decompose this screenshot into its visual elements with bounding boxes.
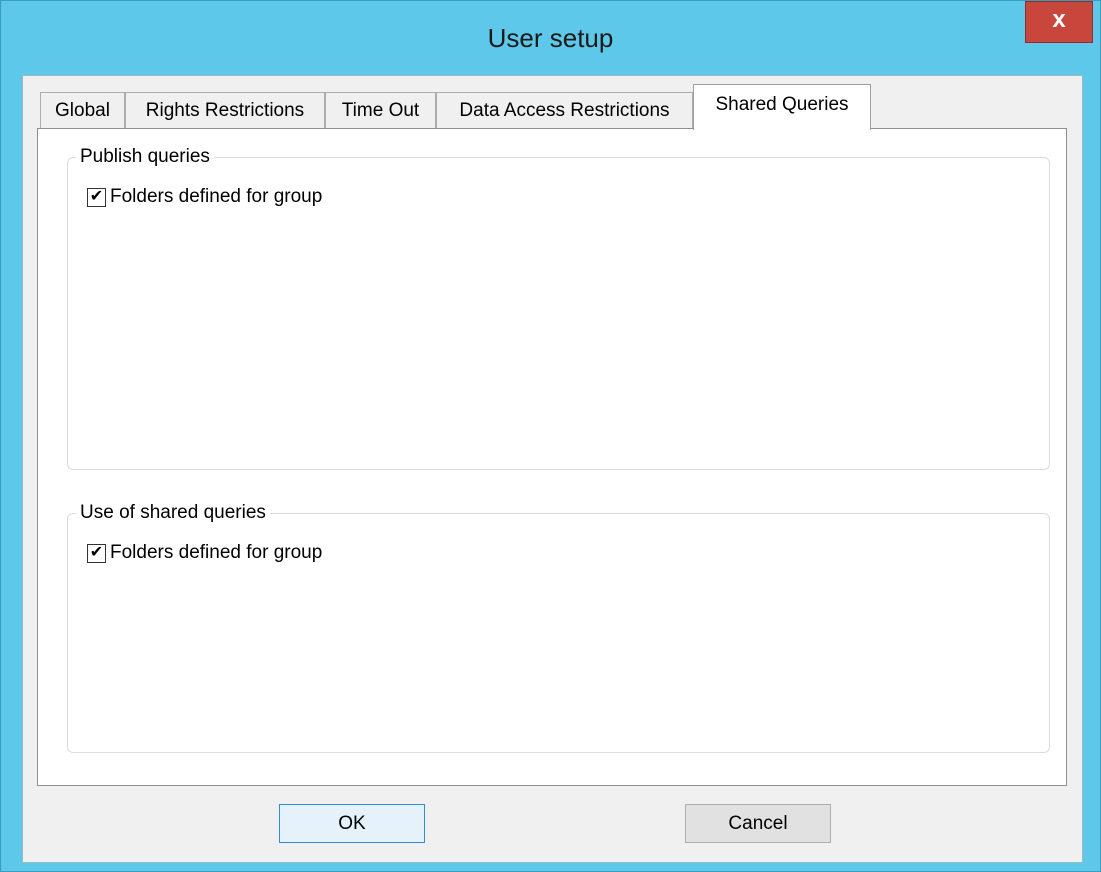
publish-queries-legend: Publish queries — [76, 144, 214, 170]
publish-folders-label: Folders defined for group — [110, 186, 323, 207]
user-setup-dialog: User setup x Global Rights Restrictions … — [0, 0, 1101, 872]
tab-shared-queries[interactable]: Shared Queries — [693, 84, 871, 130]
use-folders-label: Folders defined for group — [110, 542, 323, 563]
publish-folders-checkbox[interactable]: ✔ — [87, 187, 106, 207]
checkmark-icon: ✔ — [89, 188, 104, 205]
use-shared-queries-group: Use of shared queries ✔ Folders defined … — [67, 500, 1050, 753]
publish-queries-group: Publish queries ✔ Folders defined for gr… — [67, 144, 1050, 470]
tab-time-out[interactable]: Time Out — [325, 92, 436, 129]
close-button[interactable]: x — [1025, 1, 1093, 43]
tab-data-access-restrictions[interactable]: Data Access Restrictions — [436, 92, 693, 129]
shared-queries-panel: Publish queries ✔ Folders defined for gr… — [37, 128, 1067, 786]
use-folders-checkbox[interactable]: ✔ — [87, 543, 106, 563]
publish-folders-checkbox-row[interactable]: ✔ Folders defined for group — [87, 186, 322, 208]
title-bar[interactable]: User setup x — [1, 1, 1100, 81]
ok-button[interactable]: OK — [279, 804, 425, 843]
cancel-button[interactable]: Cancel — [685, 804, 831, 843]
tab-rights-restrictions[interactable]: Rights Restrictions — [125, 92, 325, 129]
use-folders-checkbox-row[interactable]: ✔ Folders defined for group — [87, 542, 322, 564]
dialog-client-area: Global Rights Restrictions Time Out Data… — [22, 75, 1083, 863]
tab-global[interactable]: Global — [40, 92, 125, 129]
checkmark-icon: ✔ — [89, 544, 104, 561]
close-icon: x — [1052, 6, 1066, 33]
window-title: User setup — [487, 23, 614, 53]
use-shared-queries-legend: Use of shared queries — [76, 500, 270, 526]
